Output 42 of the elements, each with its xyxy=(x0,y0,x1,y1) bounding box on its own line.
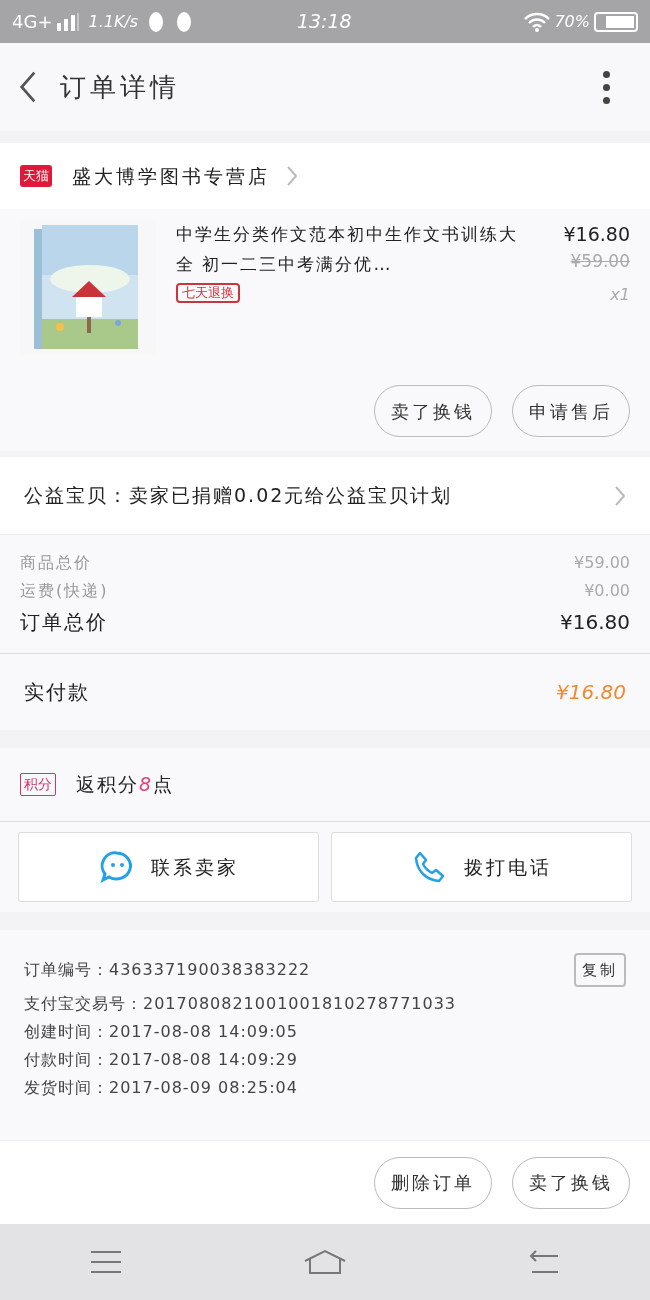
battery-icon xyxy=(594,11,638,32)
shop-row[interactable]: 天猫 盛大博学图书专营店 xyxy=(0,143,650,209)
chevron-right-icon xyxy=(614,484,626,507)
return-policy-tag: 七天退换 xyxy=(176,283,240,303)
order-info-line: 付款时间：2017-08-08 14:09:29 xyxy=(24,1049,298,1071)
charity-row[interactable]: 公益宝贝：卖家已捐赠0.02元给公益宝贝计划 xyxy=(0,457,650,535)
cost-value: ¥16.80 xyxy=(560,609,630,636)
points-badge: 积分 xyxy=(20,773,56,796)
cost-value: ¥0.00 xyxy=(584,580,630,602)
cost-label: 运费(快递) xyxy=(20,580,109,602)
page-title: 订单详情 xyxy=(60,70,180,104)
order-info-line: 订单编号：436337190038383222 xyxy=(24,959,311,981)
network-label: 4G+ xyxy=(12,10,53,34)
points-text: 返积分8点 xyxy=(76,772,175,798)
home-icon[interactable] xyxy=(303,1249,347,1275)
cost-label: 商品总价 xyxy=(20,552,92,574)
back-nav-icon[interactable] xyxy=(527,1250,560,1274)
chevron-right-icon xyxy=(286,165,298,187)
contact-button[interactable]: 拨打电话 xyxy=(331,832,632,902)
cost-value: ¥59.00 xyxy=(574,552,630,574)
product-price: ¥16.80 xyxy=(563,222,630,247)
network-speed: 1.1K/s xyxy=(88,10,139,33)
wifi-icon xyxy=(524,11,551,32)
cost-label: 订单总价 xyxy=(20,609,108,636)
paid-amount: ¥16.80 xyxy=(556,679,626,706)
chat-bubble-icon xyxy=(98,849,135,885)
battery-percent: 70% xyxy=(554,10,590,33)
order-info-line: 发货时间：2017-08-09 08:25:04 xyxy=(24,1077,298,1099)
contact-button[interactable]: 联系卖家 xyxy=(18,832,319,902)
clock: 13:18 xyxy=(296,9,352,35)
menu-icon[interactable] xyxy=(90,1250,123,1274)
paid-label: 实付款 xyxy=(24,679,90,706)
order-info-line: 创建时间：2017-08-08 14:09:05 xyxy=(24,1021,298,1043)
quantity: x1 xyxy=(610,283,630,306)
signal-icon xyxy=(56,12,81,31)
product-title: 中学生分类作文范本初中生作文书训练大全 初一二三中考满分优… xyxy=(176,223,519,276)
charity-text: 公益宝贝：卖家已捐赠0.02元给公益宝贝计划 xyxy=(24,483,454,509)
shop-name: 盛大博学图书专营店 xyxy=(72,163,270,189)
copy-button[interactable]: 复制 xyxy=(574,952,626,988)
original-price: ¥59.00 xyxy=(570,250,630,273)
store-badge: 天猫 xyxy=(20,165,52,187)
order-info-line: 支付宝交易号：2017080821001001810278771033 xyxy=(24,993,457,1015)
